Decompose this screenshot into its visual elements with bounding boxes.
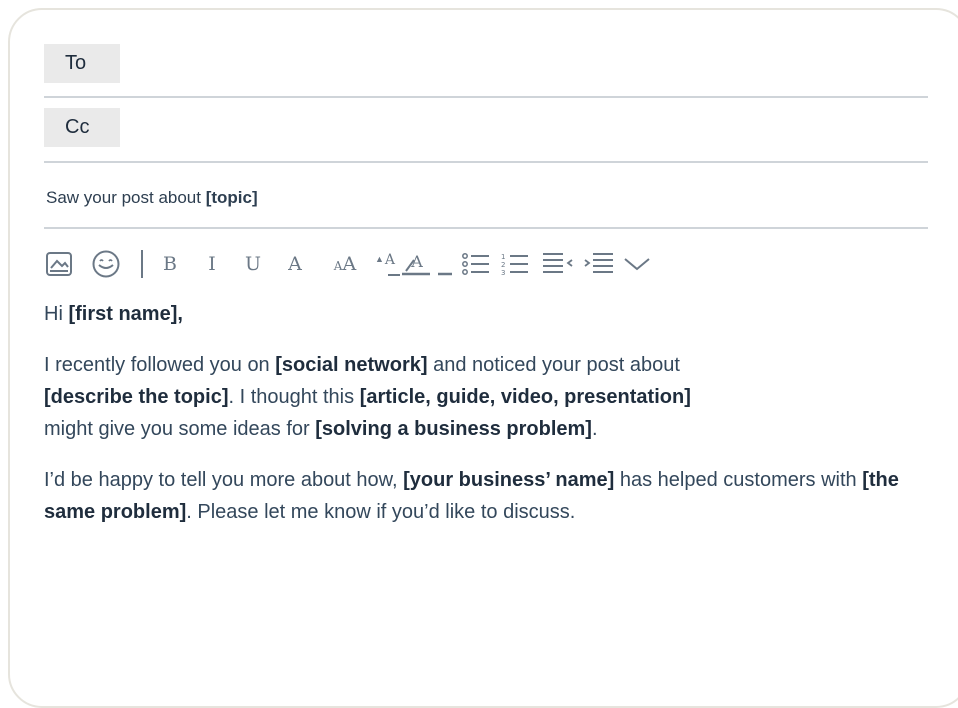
body-text: has helped customers with [614,469,863,491]
highlight-icon[interactable] [437,246,453,282]
subject-prefix: Saw your post about [46,188,206,207]
placeholder-business-problem: [solving a business problem] [315,418,592,440]
placeholder-social-network: [social network] [275,354,428,376]
svg-text:1: 1 [501,253,505,261]
to-field[interactable]: To [44,44,928,98]
outdent-icon[interactable] [541,246,575,282]
strikethrough-icon[interactable]: A [283,246,307,282]
placeholder-content-type: [article, guide, video, presentation] [359,386,691,408]
placeholder-describe-topic: [describe the topic] [44,386,229,408]
subject-field[interactable]: Saw your post about [topic] [44,174,928,229]
italic-icon[interactable]: I [201,246,223,282]
cc-field[interactable]: Cc [44,108,928,163]
superscript-label: A [384,252,396,268]
subject-text: Saw your post about [topic] [46,188,258,208]
text-color-icon[interactable]: A [400,246,434,282]
body-text: . I thought this [228,386,360,408]
toolbar-separator [141,250,143,278]
svg-text:3: 3 [501,269,505,277]
image-icon[interactable] [44,246,74,282]
more-chevron-icon[interactable] [622,246,652,282]
body-text: . Please let me know if you’d like to di… [186,501,576,523]
greeting-line: Hi [first name], [44,298,934,330]
bold-icon[interactable]: B [159,246,181,282]
indent-icon[interactable] [582,246,616,282]
body-text: might give you some ideas for [44,418,316,440]
body-paragraph-1: I recently followed you on [social netwo… [44,349,934,445]
body-text: . [591,418,598,440]
bulleted-list-icon[interactable] [461,246,491,282]
emoji-icon[interactable] [90,246,122,282]
numbered-list-icon[interactable]: 1 2 3 [500,246,530,282]
underline-icon[interactable]: U [242,246,264,282]
greeting-prefix: Hi [44,303,69,325]
body-text: I’d be happy to tell you more about how, [44,469,404,491]
placeholder-first-name: [first name], [68,303,183,325]
placeholder-business-name: [your business’ name] [403,469,615,491]
formatting-toolbar: B I U A AA ▲ A A 1 2 3 [44,246,744,282]
body-text: I recently followed you on [44,354,276,376]
email-body-editor[interactable]: Hi [first name], I recently followed you… [44,298,934,528]
body-paragraph-2: I’d be happy to tell you more about how,… [44,464,934,528]
to-label: To [44,44,120,83]
font-size-icon[interactable]: AA [326,246,364,282]
superscript-dot-icon: ▲ [374,254,384,264]
font-size-large-label: A [342,253,357,275]
subject-placeholder-topic: [topic] [205,188,258,207]
svg-text:2: 2 [501,261,505,269]
superscript-icon[interactable]: ▲ A [368,246,402,282]
cc-label: Cc [44,108,120,147]
body-text: and noticed your post about [427,354,680,376]
